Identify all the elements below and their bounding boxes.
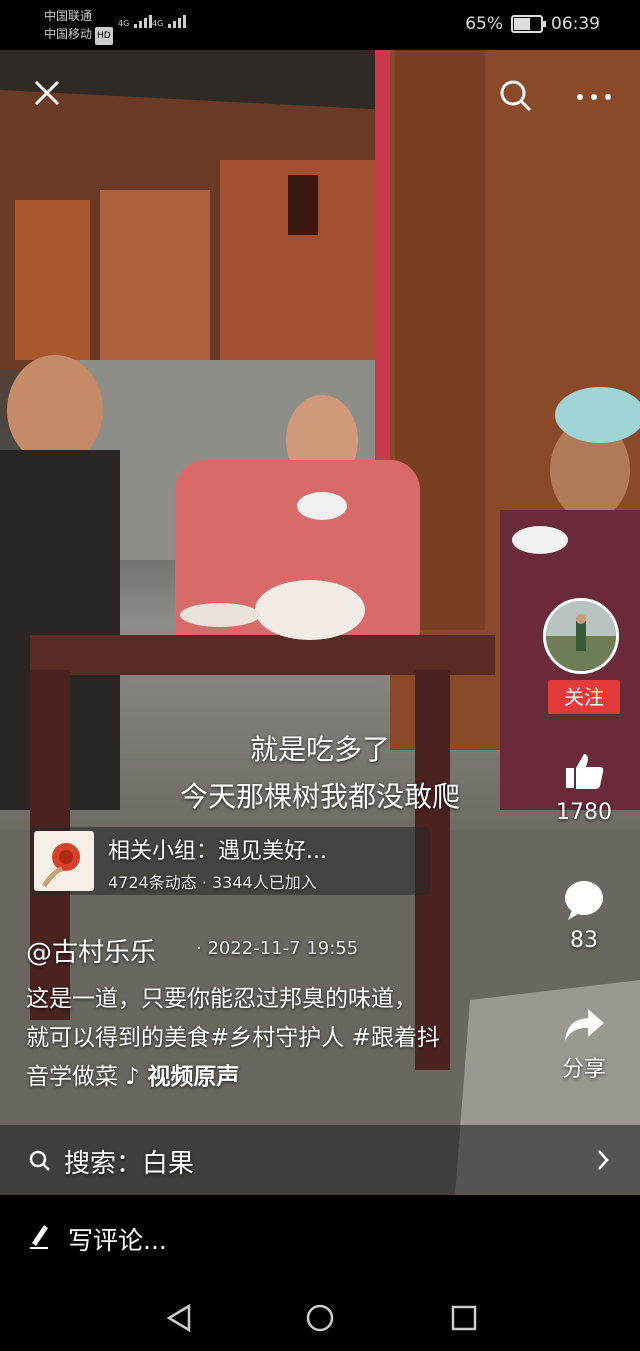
battery-icon: [511, 15, 546, 33]
bottom-panel: 写评论...: [0, 1195, 640, 1351]
woman-bowl: [297, 492, 347, 520]
comment-icon: [565, 881, 603, 920]
red-pillar: [375, 50, 390, 470]
group-stats: 4724条动态 · 3344人已加入: [108, 873, 317, 892]
share-icon: [565, 1009, 604, 1041]
more-button[interactable]: [574, 82, 614, 120]
video-player[interactable]: 就是吃多了 今天那棵树我都没敢爬 关注 1780 83 分享 相关小组：遇见美好…: [0, 50, 640, 1195]
pencil-icon: [30, 1225, 48, 1249]
description-line-1: 这是一道，只要你能忍过邦臭的味道，: [26, 986, 417, 1012]
close-icon: [34, 80, 60, 106]
comment-input[interactable]: 写评论...: [28, 1217, 608, 1257]
carrier-1: 中国联通: [44, 9, 93, 23]
close-button[interactable]: [32, 78, 62, 116]
signal-icon-2: 4G: [152, 14, 186, 28]
carrier-info: 中国联通 中国移动 HD: [44, 7, 113, 45]
search-label: 搜索：白果: [64, 1149, 195, 1179]
like-button[interactable]: 1780: [542, 750, 626, 825]
follow-button[interactable]: 关注: [548, 680, 620, 714]
clock: 06:39: [551, 14, 600, 34]
author-handle[interactable]: @古村乐乐: [26, 932, 156, 969]
chevron-right-icon: [598, 1150, 609, 1170]
big-bowl: [255, 580, 365, 640]
status-bar: 中国联通 中国移动 HD 4G 4G 65% 06:39: [0, 0, 640, 50]
man-head: [7, 355, 103, 465]
author-avatar[interactable]: [543, 598, 619, 674]
search-suggestion-bar[interactable]: 搜索：白果: [0, 1125, 640, 1195]
comment-placeholder: 写评论...: [68, 1226, 167, 1255]
door-left: [15, 200, 90, 360]
plate-nuts: [180, 603, 260, 627]
description-line-3: 音学做菜: [26, 1064, 118, 1090]
comments-count: 83: [570, 928, 598, 953]
video-description: 这是一道，只要你能忍过邦臭的味道， 就可以得到的美食#乡村守护人 #跟着抖 音学…: [26, 980, 566, 1097]
signal-icon-1: 4G: [118, 14, 152, 28]
back-triangle-icon: [166, 1303, 191, 1333]
description-line-2: 就可以得到的美食#乡村守护人 #跟着抖: [26, 1025, 440, 1051]
battery-percent: 65%: [465, 14, 503, 34]
search-icon: [500, 80, 532, 112]
nav-recent-button[interactable]: [450, 1303, 478, 1337]
network-type-2: 4G: [152, 19, 164, 28]
carrier-2: 中国移动: [44, 27, 93, 41]
hd-badge: HD: [95, 27, 113, 45]
search-icon: [29, 1150, 50, 1171]
recent-square-icon: [451, 1305, 477, 1331]
table-top: [30, 635, 495, 675]
group-thumbnail: [34, 831, 94, 891]
window: [288, 175, 318, 235]
comment-button[interactable]: 83: [542, 878, 626, 953]
elder-bowl: [512, 526, 568, 554]
related-group-card[interactable]: 相关小组：遇见美好... 4724条动态 · 3344人已加入: [30, 827, 430, 895]
door-middle: [100, 190, 210, 365]
more-icon: [577, 94, 611, 100]
music-label[interactable]: 视频原声: [147, 1064, 239, 1090]
music-note-icon: ♪: [125, 1064, 140, 1090]
flower-icon: [41, 843, 80, 888]
likes-count: 1780: [556, 800, 612, 825]
group-title: 相关小组：遇见美好...: [108, 839, 327, 864]
search-button[interactable]: [498, 78, 534, 122]
nav-back-button[interactable]: [165, 1303, 193, 1337]
avatar-image: [546, 601, 616, 671]
thumbs-up-icon: [566, 754, 604, 789]
nav-home-button[interactable]: [305, 1303, 335, 1337]
home-circle-icon: [306, 1304, 334, 1332]
network-type-1: 4G: [118, 19, 130, 28]
post-date: · 2022-11-7 19:55: [196, 938, 359, 959]
